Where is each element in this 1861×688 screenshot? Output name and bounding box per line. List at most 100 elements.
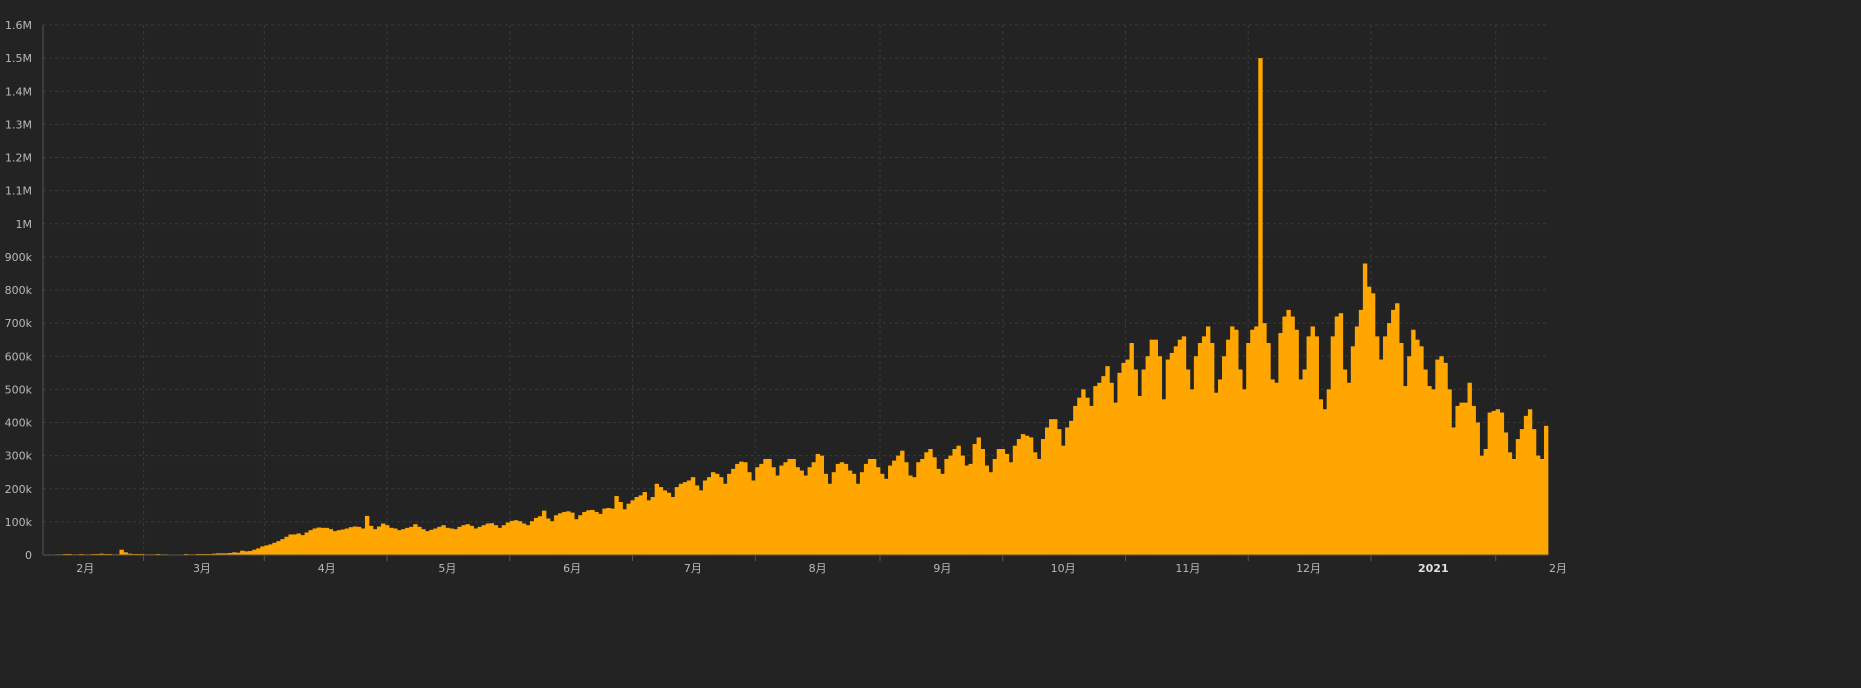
bar	[1531, 429, 1537, 555]
bar	[1085, 397, 1090, 555]
bar	[1129, 343, 1134, 555]
bar	[843, 463, 849, 555]
bar	[1177, 339, 1183, 555]
bar	[1069, 420, 1074, 555]
bar	[409, 526, 414, 555]
bar	[1121, 362, 1126, 555]
bar	[582, 511, 587, 555]
bar	[1495, 409, 1501, 555]
bar	[1431, 389, 1436, 555]
bar	[1185, 369, 1191, 555]
bar	[920, 458, 925, 555]
bar	[896, 455, 901, 555]
bar	[1475, 422, 1480, 555]
bar	[968, 463, 973, 555]
bar	[513, 520, 519, 555]
bar	[702, 480, 708, 555]
bar	[835, 463, 841, 555]
bar	[1467, 382, 1472, 555]
bar	[1387, 323, 1392, 555]
bar	[598, 513, 603, 555]
bar	[1234, 329, 1239, 555]
bar	[1503, 432, 1509, 555]
bar	[521, 523, 527, 555]
bar	[1105, 366, 1110, 555]
x-tick-label: 5月	[438, 562, 456, 575]
bar	[783, 462, 788, 555]
bar	[477, 526, 482, 555]
bar	[1089, 405, 1094, 555]
bar	[1137, 396, 1142, 555]
bar	[445, 527, 450, 555]
bar	[908, 475, 913, 555]
bar	[1443, 362, 1448, 555]
bar	[1016, 439, 1022, 555]
bar	[405, 527, 410, 555]
bar	[1274, 382, 1279, 555]
bar	[1238, 369, 1243, 555]
bar	[1201, 336, 1207, 555]
bar	[1310, 326, 1315, 555]
bar	[1306, 336, 1311, 555]
bar	[1282, 316, 1287, 555]
bar	[368, 525, 374, 555]
bar	[562, 511, 567, 555]
bar	[1169, 352, 1175, 555]
bar	[1338, 313, 1344, 555]
bar	[1226, 339, 1231, 555]
bar	[570, 512, 575, 555]
bar	[706, 477, 712, 555]
bar	[1214, 392, 1219, 555]
bar	[1451, 427, 1456, 555]
bar	[912, 477, 917, 555]
bar	[1097, 382, 1102, 555]
bar	[1407, 356, 1412, 555]
bar	[1370, 293, 1376, 555]
bar	[550, 521, 555, 555]
bar	[1049, 419, 1054, 555]
daily-bar-chart: 0 100k 200k 300k 400k 500k 600k 700k 800k 900k 1M 1…	[0, 0, 1861, 688]
x-tick-label: 10月	[1051, 562, 1076, 575]
bar	[618, 502, 623, 555]
bar	[308, 530, 313, 555]
bar	[348, 527, 354, 555]
bar	[364, 515, 370, 555]
bar	[1222, 356, 1227, 555]
x-tick-label: 2月	[76, 562, 94, 575]
bar	[586, 510, 591, 555]
bar	[344, 528, 350, 555]
bar	[759, 463, 764, 555]
x-tick-label: 8月	[809, 562, 827, 575]
bar	[710, 472, 716, 555]
bar	[1197, 343, 1203, 555]
bar	[529, 521, 535, 555]
bar	[1354, 326, 1360, 555]
bar	[1008, 462, 1014, 555]
bar	[1073, 405, 1078, 555]
bar	[509, 520, 515, 555]
bar	[1314, 336, 1319, 555]
y-tick-label: 700k	[5, 317, 33, 330]
bar	[1298, 379, 1303, 555]
bar	[1342, 369, 1348, 555]
bar	[839, 462, 845, 555]
bar	[980, 449, 985, 555]
bar	[964, 465, 969, 555]
bar	[1266, 343, 1271, 555]
x-tick-label: 2021	[1418, 562, 1449, 575]
bar	[1270, 379, 1275, 555]
bar	[654, 483, 660, 555]
bar	[501, 525, 507, 555]
bar	[280, 539, 285, 555]
bar	[248, 551, 253, 555]
bar	[497, 527, 503, 555]
bar	[900, 450, 905, 555]
bar	[875, 467, 881, 555]
bar	[1403, 386, 1408, 555]
y-tick-label: 400k	[5, 417, 33, 430]
bar	[425, 531, 430, 555]
bar	[723, 483, 728, 555]
y-tick-label: 500k	[5, 383, 33, 396]
bar	[634, 497, 639, 555]
bar	[533, 517, 539, 555]
